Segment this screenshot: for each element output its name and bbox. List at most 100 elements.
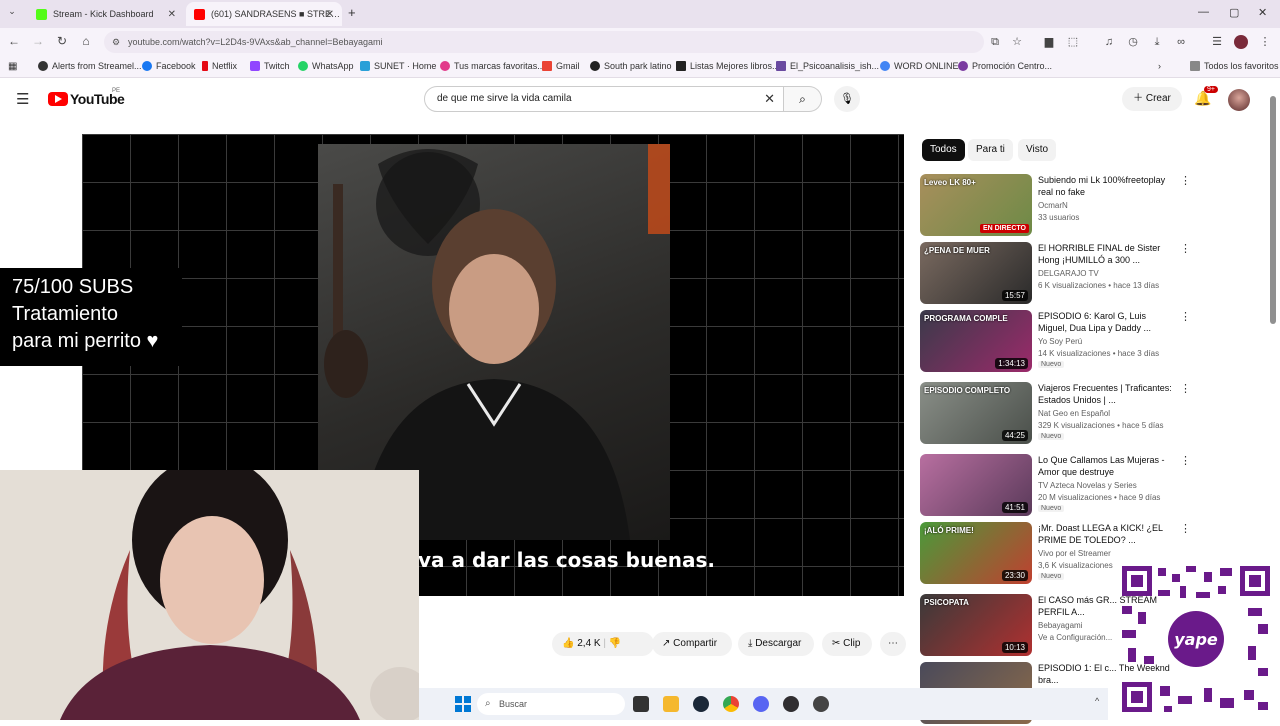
- bookmark-gmail[interactable]: Gmail: [542, 61, 580, 71]
- new-tab-button[interactable]: +: [348, 5, 356, 20]
- steam-icon[interactable]: [693, 696, 709, 712]
- tab-list-chevron-icon[interactable]: ⌄: [4, 6, 20, 17]
- forward-icon[interactable]: →: [30, 34, 46, 48]
- bookmark-word[interactable]: WORD ONLINE: [880, 61, 959, 71]
- link-icon[interactable]: ∞: [1174, 35, 1188, 49]
- video-title[interactable]: Lo Que Callamos Las Mujeras - Amor que d…: [1038, 454, 1172, 478]
- recommended-video-card[interactable]: PROGRAMA COMPLE 1:34:13 EPISODIO 6: Karol …: [920, 310, 1191, 374]
- video-thumbnail[interactable]: 41:51: [920, 454, 1032, 516]
- task-view-icon[interactable]: [633, 696, 649, 712]
- channel-name[interactable]: OcmarN: [1038, 201, 1172, 210]
- video-options-icon[interactable]: ⋮: [1180, 454, 1191, 467]
- recommended-video-card[interactable]: ¡ALÓ PRIME! 23:30 ¡Mr. Doast LLEGA a KICK!…: [920, 522, 1191, 586]
- search-button[interactable]: ⌕: [784, 86, 822, 112]
- video-thumbnail[interactable]: ¡ALÓ PRIME! 23:30: [920, 522, 1032, 584]
- video-title[interactable]: Subiendo mi Lk 100%freetoplay real no fa…: [1038, 174, 1172, 198]
- download-icon[interactable]: ⤓: [1150, 35, 1164, 49]
- bookmark-marcas[interactable]: Tus marcas favoritas...: [440, 61, 545, 71]
- create-button[interactable]: ＋ Crear: [1122, 87, 1182, 111]
- profile-avatar[interactable]: [1234, 35, 1248, 49]
- url-field[interactable]: ⚙ youtube.com/watch?v=L2D4s-9VAxs&ab_cha…: [104, 31, 984, 53]
- video-thumbnail[interactable]: PSICOPATA 10:13: [920, 594, 1032, 656]
- channel-name[interactable]: TV Azteca Novelas y Series: [1038, 481, 1172, 490]
- bookmark-alerts[interactable]: Alerts from Streamel...: [38, 61, 142, 71]
- back-icon[interactable]: ←: [6, 34, 22, 48]
- video-options-icon[interactable]: ⋮: [1180, 310, 1191, 323]
- download-button[interactable]: ⤓ Descargar: [738, 632, 814, 656]
- video-options-icon[interactable]: ⋮: [1180, 174, 1191, 187]
- chip-para-ti[interactable]: Para ti: [968, 139, 1013, 161]
- tab-youtube[interactable]: (601) SANDRASENS ■ STRE… ✕: [186, 2, 342, 26]
- windows-start-icon[interactable]: [455, 696, 471, 712]
- video-title[interactable]: El CASO más GR... STREAM PERFIL A...: [1038, 594, 1172, 618]
- channel-name[interactable]: Nat Geo en Español: [1038, 409, 1172, 418]
- voice-search-button[interactable]: 🎙: [834, 86, 860, 112]
- bookmark-netflix[interactable]: Netflix: [202, 61, 237, 71]
- channel-name[interactable]: Vivo por el Streamer: [1038, 549, 1172, 558]
- chip-todos[interactable]: Todos: [922, 139, 965, 161]
- video-options-icon[interactable]: ⋮: [1180, 242, 1191, 255]
- video-options-icon[interactable]: ⋮: [1180, 522, 1191, 535]
- video-thumbnail[interactable]: EPISODIO COMPLETO 44:25: [920, 382, 1032, 444]
- video-title[interactable]: El HORRIBLE FINAL de Sister Hong ¡HUMILL…: [1038, 242, 1172, 266]
- chrome-icon[interactable]: [723, 696, 739, 712]
- recommended-video-card[interactable]: 41:51 Lo Que Callamos Las Mujeras - Amor …: [920, 454, 1191, 518]
- bookmark-facebook[interactable]: Facebook: [142, 61, 196, 71]
- history-icon[interactable]: ◷: [1126, 35, 1140, 49]
- hamburger-menu-icon[interactable]: ☰: [16, 90, 29, 108]
- bookmark-psicoanalisis[interactable]: El_Psicoanalisis_ish...: [776, 61, 879, 71]
- more-actions-button[interactable]: ⋯: [880, 632, 906, 656]
- video-title[interactable]: ¡Mr. Doast LLEGA a KICK! ¿EL PRIME DE TO…: [1038, 522, 1172, 546]
- search-input[interactable]: de que me sirve la vida camila ✕: [424, 86, 784, 112]
- video-title[interactable]: Viajeros Frecuentes | Traficantes: Estad…: [1038, 382, 1172, 406]
- close-tab-icon[interactable]: ✕: [326, 9, 334, 20]
- bookmark-sunet[interactable]: SUNET · Home: [360, 61, 436, 71]
- close-window-icon[interactable]: ✕: [1258, 6, 1267, 19]
- recommended-video-card[interactable]: EPISODIO COMPLETO 44:25 Viajeros Frecuente…: [920, 382, 1191, 446]
- video-title[interactable]: EPISODIO 6: Karol G, Luis Miguel, Dua Li…: [1038, 310, 1172, 334]
- channel-name[interactable]: Yo Soy Perú: [1038, 337, 1172, 346]
- share-button[interactable]: ↗ Compartir: [652, 632, 732, 656]
- clip-button[interactable]: ✂ Clip: [822, 632, 872, 656]
- extension-imdb-icon[interactable]: ▆: [1042, 35, 1056, 49]
- channel-name[interactable]: DELGARAJO TV: [1038, 269, 1172, 278]
- clear-search-icon[interactable]: ✕: [764, 87, 775, 111]
- maximize-icon[interactable]: ▢: [1229, 6, 1239, 19]
- bookmark-promocion[interactable]: Promoción Centro...: [958, 61, 1052, 71]
- video-options-icon[interactable]: ⋮: [1180, 382, 1191, 395]
- browser-menu-icon[interactable]: ⋮: [1258, 35, 1272, 49]
- site-info-icon[interactable]: ⚙: [112, 31, 120, 53]
- recommended-video-card[interactable]: Leveo LK 80+ EN DIRECTO Subiendo mi Lk 100…: [920, 174, 1191, 238]
- taskbar-search[interactable]: ⌕ Buscar: [477, 693, 625, 715]
- bookmark-twitch[interactable]: Twitch: [250, 61, 290, 71]
- discord-icon[interactable]: [753, 696, 769, 712]
- bookmark-libros[interactable]: Listas Mejores libros...: [676, 61, 780, 71]
- reload-icon[interactable]: ↻: [54, 34, 70, 48]
- recommended-video-card[interactable]: ¿PENA DE MUER 15:57 El HORRIBLE FINAL de S…: [920, 242, 1191, 306]
- channel-name[interactable]: Bebayagami: [1038, 621, 1172, 630]
- bookmarks-overflow-icon[interactable]: ›: [1158, 61, 1161, 71]
- dislike-button[interactable]: 👎: [609, 638, 621, 649]
- close-tab-icon[interactable]: ✕: [168, 9, 176, 20]
- app-icon[interactable]: [813, 696, 829, 712]
- media-icon[interactable]: ♫: [1102, 35, 1116, 49]
- sidebar-icon[interactable]: ☰: [1210, 35, 1224, 49]
- obs-icon[interactable]: [783, 696, 799, 712]
- video-thumbnail[interactable]: Leveo LK 80+ EN DIRECTO: [920, 174, 1032, 236]
- bookmark-southpark[interactable]: South park latino: [590, 61, 672, 71]
- account-avatar[interactable]: [1228, 89, 1250, 111]
- file-explorer-icon[interactable]: [663, 696, 679, 712]
- bookmark-star-icon[interactable]: ☆: [1010, 35, 1024, 49]
- chip-visto[interactable]: Visto: [1018, 139, 1057, 161]
- page-scrollbar[interactable]: [1270, 96, 1276, 324]
- like-button[interactable]: 👍 2,4 K: [562, 638, 601, 649]
- extensions-icon[interactable]: ⬚: [1066, 35, 1080, 49]
- recommended-video-card[interactable]: PSICOPATA 10:13 El CASO más GR... STREAM P…: [920, 594, 1180, 658]
- bookmark-all-folder[interactable]: Todos los favoritos: [1190, 61, 1279, 71]
- minimize-icon[interactable]: —: [1198, 6, 1209, 18]
- video-title[interactable]: EPISODIO 1: El c... The Weeknd bra...: [1038, 662, 1172, 686]
- video-thumbnail[interactable]: ¿PENA DE MUER 15:57: [920, 242, 1032, 304]
- home-icon[interactable]: ⌂: [78, 34, 94, 48]
- video-thumbnail[interactable]: PROGRAMA COMPLE 1:34:13: [920, 310, 1032, 372]
- install-app-icon[interactable]: ⧉: [988, 35, 1002, 49]
